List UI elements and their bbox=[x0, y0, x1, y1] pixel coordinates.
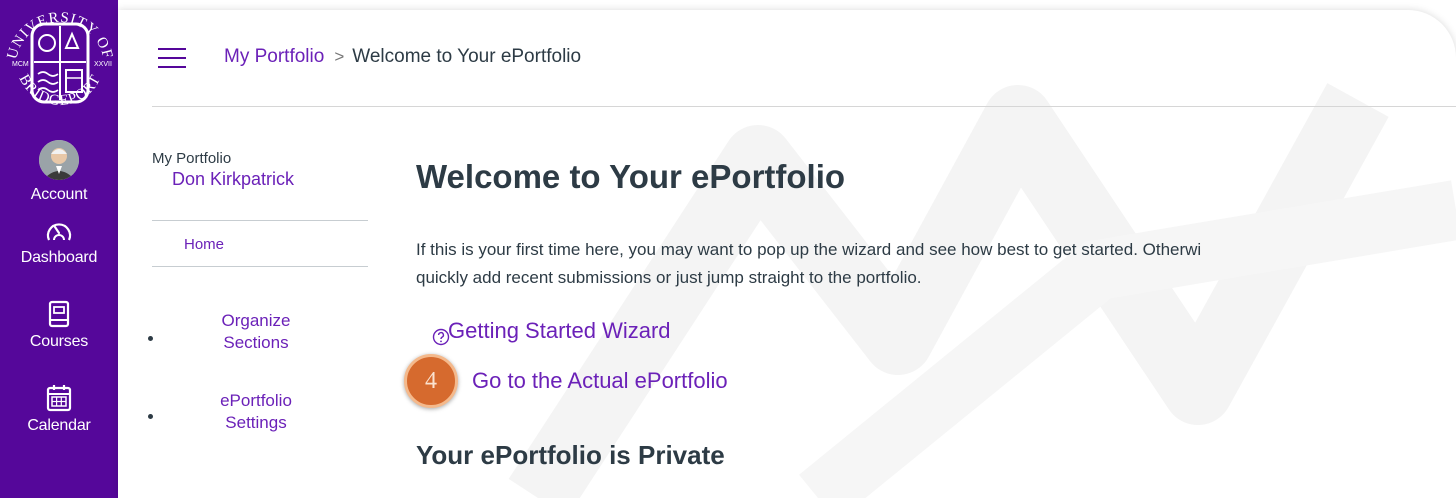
nav-account-label: Account bbox=[30, 186, 88, 203]
breadcrumb-my-portfolio[interactable]: My Portfolio bbox=[224, 46, 324, 67]
breadcrumb-current-page: Welcome to Your ePortfolio bbox=[352, 46, 582, 67]
sidebar-title: My Portfolio bbox=[152, 150, 232, 167]
privacy-heading: Your ePortfolio is Private bbox=[416, 440, 725, 470]
svg-text:MCM: MCM bbox=[12, 61, 29, 68]
courses-icon bbox=[48, 300, 70, 328]
nav-courses[interactable]: Courses bbox=[0, 300, 118, 351]
sidebar-divider bbox=[152, 220, 368, 221]
hamburger-menu-icon[interactable] bbox=[158, 48, 186, 70]
sidebar-divider bbox=[152, 266, 368, 267]
calendar-icon bbox=[46, 385, 72, 412]
global-nav: UNIVERSITY OF BRIDGEPORT MCM XXVII Accou… bbox=[0, 0, 118, 498]
nav-calendar[interactable]: Calendar bbox=[0, 384, 118, 435]
page-title: Welcome to Your ePortfolio bbox=[416, 158, 846, 195]
avatar bbox=[39, 140, 79, 180]
sidebar-user-name[interactable]: Don Kirkpatrick bbox=[172, 169, 370, 190]
header-divider bbox=[152, 106, 1456, 107]
portfolio-sidebar: My Portfolio Don Kirkpatrick Home Organi… bbox=[148, 150, 370, 432]
nav-account[interactable]: Account bbox=[0, 140, 118, 204]
nav-dashboard-label: Dashboard bbox=[20, 249, 98, 266]
list-bullet bbox=[148, 336, 153, 341]
content-panel: My Portfolio > Welcome to Your ePortfolio … bbox=[118, 10, 1456, 498]
sidebar-home-link[interactable]: Home bbox=[184, 236, 370, 253]
nav-courses-label: Courses bbox=[29, 333, 89, 350]
svg-text:XXVII: XXVII bbox=[94, 61, 112, 68]
getting-started-wizard-link[interactable]: Getting Started Wizard bbox=[448, 318, 671, 344]
nav-calendar-label: Calendar bbox=[27, 417, 91, 434]
sidebar-organize-sections-link[interactable]: Organize Sections bbox=[206, 310, 306, 354]
main-content: Welcome to Your ePortfolio If this is yo… bbox=[404, 158, 1456, 470]
sidebar-eportfolio-settings-link[interactable]: ePortfolio Settings bbox=[206, 390, 306, 434]
page-header: My Portfolio > Welcome to Your ePortfolio bbox=[118, 10, 1456, 108]
intro-line-2: quickly add recent submissions or just j… bbox=[416, 268, 922, 287]
list-bullet bbox=[148, 414, 153, 419]
nav-dashboard[interactable]: Dashboard bbox=[0, 218, 118, 267]
go-to-eportfolio-link[interactable]: Go to the Actual ePortfolio bbox=[472, 368, 728, 394]
breadcrumb: My Portfolio > Welcome to Your ePortfolio bbox=[224, 46, 581, 68]
university-logo[interactable]: UNIVERSITY OF BRIDGEPORT MCM XXVII bbox=[5, 4, 115, 122]
intro-line-1: If this is your first time here, you may… bbox=[416, 240, 1202, 259]
step-number-badge: 4 bbox=[404, 354, 458, 408]
dashboard-icon bbox=[46, 223, 72, 241]
intro-text: If this is your first time here, you may… bbox=[416, 236, 1456, 292]
breadcrumb-separator: > bbox=[334, 47, 345, 66]
